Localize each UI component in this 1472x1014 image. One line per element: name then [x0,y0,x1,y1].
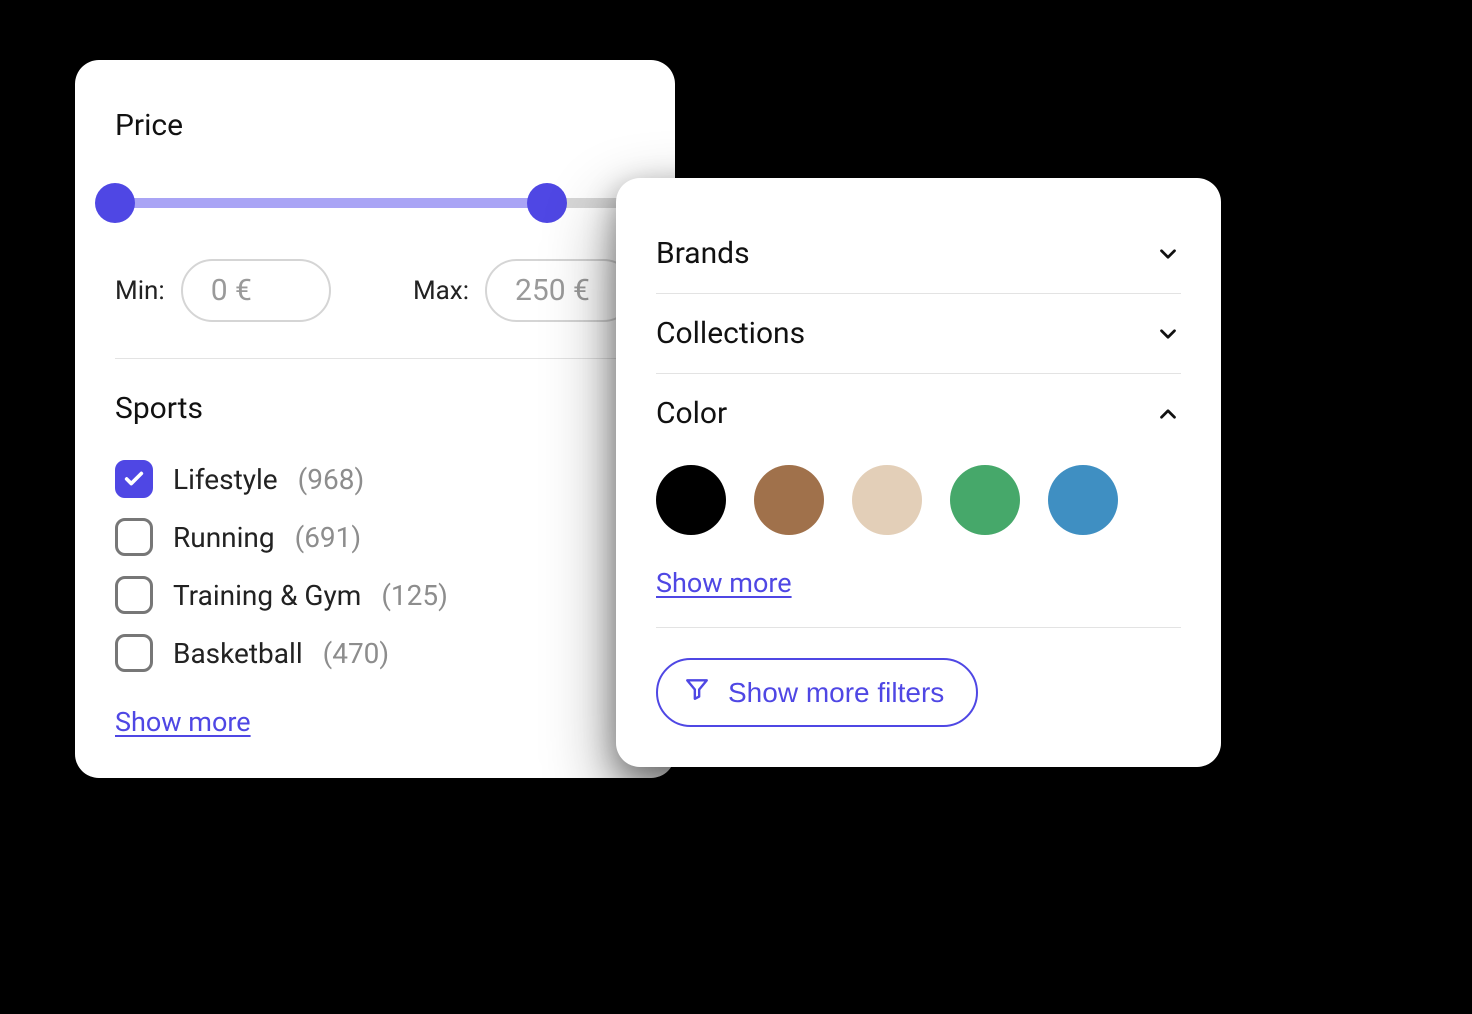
color-swatch[interactable] [950,465,1020,535]
sports-show-more-link[interactable]: Show more [115,706,251,738]
checkbox-count: (968) [298,463,365,496]
sports-title: Sports [115,391,635,426]
checkbox-count: (470) [323,637,390,670]
color-swatch[interactable] [852,465,922,535]
price-max-pair: Max: 250 € [413,259,635,322]
show-more-filters-label: Show more filters [728,677,944,709]
checkbox-training-gym[interactable] [115,576,153,614]
list-item[interactable]: Running (691) [115,508,635,566]
slider-fill [115,198,547,208]
divider [656,627,1181,628]
chevron-down-icon [1155,241,1181,267]
price-slider[interactable] [115,183,635,223]
color-accordion[interactable]: Color [656,374,1181,453]
checkbox-count: (691) [295,521,362,554]
list-item[interactable]: Basketball (470) [115,624,635,682]
price-min-max-row: Min: 0 € Max: 250 € [115,259,635,322]
price-max-input[interactable]: 250 € [485,259,635,322]
color-show-more-link[interactable]: Show more [656,567,792,599]
slider-thumb-min[interactable] [95,183,135,223]
checkbox-basketball[interactable] [115,634,153,672]
sports-list: Lifestyle (968) Running (691) Training &… [115,450,635,682]
price-title: Price [115,108,635,143]
checkbox-label: Basketball [173,637,303,670]
color-swatch[interactable] [1048,465,1118,535]
price-min-label: Min: [115,276,165,306]
price-max-label: Max: [413,276,469,306]
color-swatch[interactable] [754,465,824,535]
list-item[interactable]: Lifestyle (968) [115,450,635,508]
color-swatch[interactable] [656,465,726,535]
filter-card-price-sports: Price Min: 0 € Max: 250 € Sports Lifesty… [75,60,675,778]
color-title: Color [656,396,727,431]
filter-card-brands-collections-color: Brands Collections Color Show more Show … [616,178,1221,767]
checkbox-running[interactable] [115,518,153,556]
chevron-up-icon [1155,401,1181,427]
price-min-input[interactable]: 0 € [181,259,331,322]
filter-icon [684,676,710,709]
collections-accordion[interactable]: Collections [656,294,1181,373]
slider-thumb-max[interactable] [527,183,567,223]
show-more-filters-button[interactable]: Show more filters [656,658,978,727]
checkbox-count: (125) [381,579,448,612]
price-min-pair: Min: 0 € [115,259,331,322]
color-swatch-row [656,453,1181,543]
checkbox-label: Running [173,521,275,554]
collections-title: Collections [656,316,805,351]
checkbox-label: Training & Gym [173,579,361,612]
chevron-down-icon [1155,321,1181,347]
divider [115,358,635,359]
brands-accordion[interactable]: Brands [656,214,1181,293]
checkbox-label: Lifestyle [173,463,278,496]
brands-title: Brands [656,236,750,271]
list-item[interactable]: Training & Gym (125) [115,566,635,624]
checkbox-lifestyle[interactable] [115,460,153,498]
